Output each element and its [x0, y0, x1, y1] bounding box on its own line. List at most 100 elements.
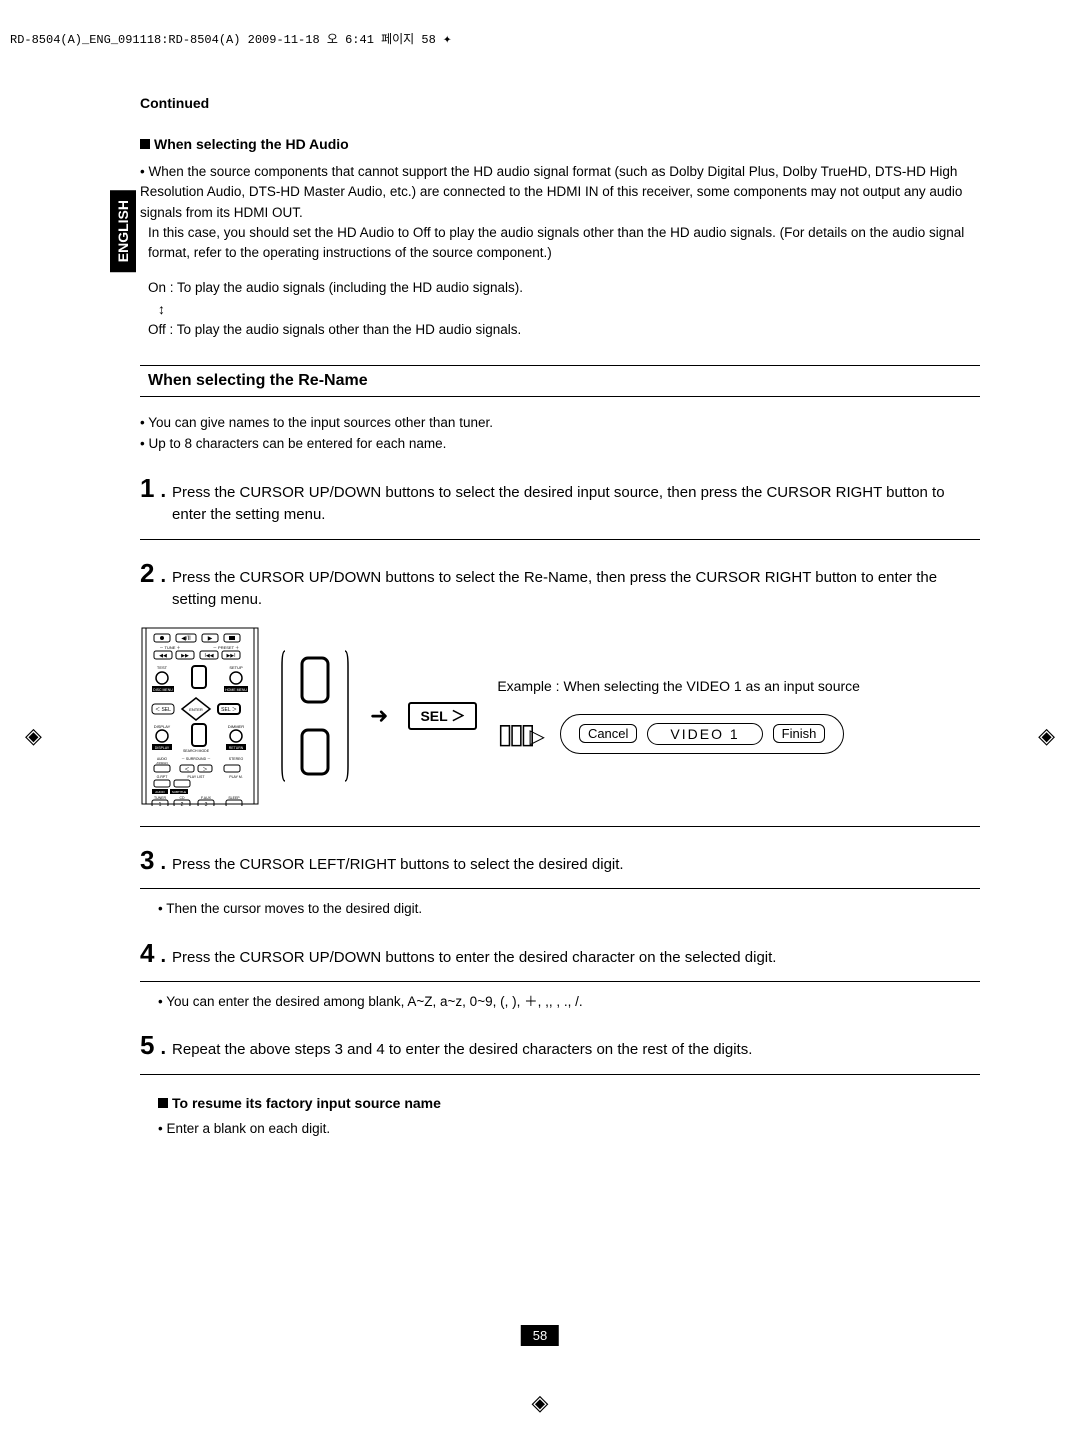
step-2: 2. Press the CURSOR UP/DOWN buttons to s…: [140, 560, 980, 616]
hd-audio-options: On : To play the audio signals (includin…: [148, 278, 980, 340]
keypad-icon: ▯▯▯▷: [497, 717, 545, 750]
svg-text:3: 3: [205, 802, 208, 806]
remote-diagram-row: ◀/II ▶ － TUNE ＋ － PRESET ＋ ◀◀ ▶▶ I◀◀ ▶▶I…: [140, 626, 980, 827]
step-4-note: • You can enter the desired among blank,…: [158, 992, 980, 1012]
svg-text:ASSIGN: ASSIGN: [156, 761, 167, 765]
svg-text:＜: ＜: [184, 767, 189, 773]
svg-text:SEL ＞: SEL ＞: [221, 707, 237, 713]
svg-text:HOME MENU: HOME MENU: [225, 688, 247, 692]
step-1: 1. Press the CURSOR UP/DOWN buttons to s…: [140, 475, 980, 540]
svg-text:ENTER: ENTER: [189, 707, 203, 712]
svg-text:2: 2: [181, 802, 184, 806]
zoom-panel-icon: [280, 646, 350, 786]
language-tab: ENGLISH: [110, 190, 136, 272]
svg-text:SLEEP: SLEEP: [228, 796, 240, 800]
arrow-right-icon: ➜: [370, 703, 388, 729]
step-4-text: Press the CURSOR UP/DOWN buttons to ente…: [172, 947, 980, 970]
step-5-number: 5: [140, 1032, 154, 1058]
svg-text:DISPLAY: DISPLAY: [155, 746, 170, 750]
square-bullet-icon: [140, 139, 150, 149]
tune-label: － TUNE ＋: [159, 645, 180, 650]
registration-mark-right-icon: ◈: [1038, 723, 1055, 749]
lcd-display: Cancel VIDEO 1 Finish: [560, 714, 844, 754]
step-dot: .: [160, 852, 166, 875]
step-3-number: 3: [140, 847, 154, 873]
lcd-finish: Finish: [773, 724, 826, 743]
square-bullet-icon: [158, 1098, 168, 1108]
svg-text:F.AUX: F.AUX: [201, 796, 212, 800]
lcd-video1: VIDEO 1: [647, 723, 762, 745]
hd-audio-body: • When the source components that cannot…: [140, 162, 980, 263]
resume-body: • Enter a blank on each digit.: [158, 1121, 980, 1136]
svg-text:1: 1: [159, 802, 162, 806]
rename-header: When selecting the Re-Name: [140, 365, 980, 397]
hd-off-text: Off : To play the audio signals other th…: [148, 320, 980, 340]
display-row: ▯▯▯▷ Cancel VIDEO 1 Finish: [497, 714, 860, 754]
svg-text:－ SURROUND －: － SURROUND －: [181, 757, 210, 761]
registration-mark-bottom-icon: ◈: [532, 1390, 549, 1416]
step-4: 4. Press the CURSOR UP/DOWN buttons to e…: [140, 940, 980, 983]
step-3-text: Press the CURSOR LEFT/RIGHT buttons to s…: [172, 854, 980, 877]
step-2-number: 2: [140, 560, 154, 586]
svg-text:SETUP: SETUP: [229, 665, 243, 670]
step-dot: .: [160, 480, 166, 503]
svg-text:AUDIO: AUDIO: [155, 790, 165, 794]
step-3: 3. Press the CURSOR LEFT/RIGHT buttons t…: [140, 847, 980, 890]
remote-control-icon: ◀/II ▶ － TUNE ＋ － PRESET ＋ ◀◀ ▶▶ I◀◀ ▶▶I…: [140, 626, 260, 806]
step-2-text: Press the CURSOR UP/DOWN buttons to sele…: [172, 567, 980, 612]
svg-text:SUBTITLE: SUBTITLE: [172, 790, 186, 794]
rename-bullet-2: • Up to 8 characters can be entered for …: [140, 433, 980, 455]
svg-text:TEST: TEST: [157, 665, 168, 670]
svg-text:▶▶I: ▶▶I: [226, 653, 235, 659]
svg-text:CD: CD: [179, 796, 185, 800]
updown-arrow-icon: ↕: [158, 299, 980, 320]
hd-audio-heading: When selecting the HD Audio: [140, 136, 980, 152]
lcd-cancel: Cancel: [579, 724, 637, 743]
svg-text:DISC MENU: DISC MENU: [153, 688, 173, 692]
svg-text:DISPLAY: DISPLAY: [154, 724, 171, 729]
print-job-header: RD-8504(A)_ENG_091118:RD-8504(A) 2009-11…: [10, 30, 451, 48]
step-3-note: • Then the cursor moves to the desired d…: [158, 899, 980, 919]
step-5-text: Repeat the above steps 3 and 4 to enter …: [172, 1039, 980, 1062]
example-label: Example : When selecting the VIDEO 1 as …: [497, 678, 860, 694]
svg-text:PLAY M.: PLAY M.: [229, 775, 243, 779]
page-content: Continued When selecting the HD Audio • …: [140, 95, 980, 1136]
step-1-text: Press the CURSOR UP/DOWN buttons to sele…: [172, 482, 980, 527]
svg-text:G.RPT: G.RPT: [157, 775, 169, 779]
svg-text:▶▶: ▶▶: [181, 653, 189, 659]
svg-text:TUNER: TUNER: [154, 796, 167, 800]
sel-right-button[interactable]: SEL ＞: [408, 702, 477, 730]
rename-bullet-1: • You can give names to the input source…: [140, 412, 980, 434]
svg-text:I◀◀: I◀◀: [204, 653, 213, 659]
svg-text:＞: ＞: [202, 767, 207, 773]
resume-heading-text: To resume its factory input source name: [172, 1095, 441, 1111]
step-dot: .: [160, 945, 166, 968]
rename-bullets: • You can give names to the input source…: [140, 412, 980, 455]
resume-heading: To resume its factory input source name: [158, 1095, 980, 1111]
step-dot: .: [160, 1037, 166, 1060]
svg-text:◀◀: ◀◀: [159, 653, 167, 659]
preset-label: － PRESET ＋: [213, 645, 239, 650]
svg-text:PLAY LIST: PLAY LIST: [188, 775, 206, 779]
page-number: 58: [521, 1325, 559, 1346]
hd-audio-heading-text: When selecting the HD Audio: [154, 136, 349, 152]
svg-text:▶: ▶: [208, 636, 213, 642]
step-4-number: 4: [140, 940, 154, 966]
svg-text:DIMMER: DIMMER: [228, 724, 244, 729]
svg-text:＜ SEL: ＜ SEL: [155, 707, 171, 713]
resume-block: To resume its factory input source name …: [140, 1095, 980, 1136]
print-header-text: RD-8504(A)_ENG_091118:RD-8504(A) 2009-11…: [10, 33, 436, 47]
cursor-arrow-icon: ✦: [443, 32, 451, 48]
hd-audio-line1: • When the source components that cannot…: [140, 162, 980, 223]
step-5: 5. Repeat the above steps 3 and 4 to ent…: [140, 1032, 980, 1075]
registration-mark-left-icon: ◈: [25, 723, 42, 749]
step-1-number: 1: [140, 475, 154, 501]
svg-text:SEARCH MODE: SEARCH MODE: [183, 749, 210, 753]
example-column: Example : When selecting the VIDEO 1 as …: [497, 678, 860, 754]
hd-on-text: On : To play the audio signals (includin…: [148, 278, 980, 298]
hd-audio-line2: In this case, you should set the HD Audi…: [148, 223, 980, 264]
svg-text:STEREO: STEREO: [229, 757, 244, 761]
svg-text:◀/II: ◀/II: [181, 636, 191, 642]
continued-label: Continued: [140, 95, 980, 111]
svg-text:RETURN: RETURN: [229, 746, 244, 750]
